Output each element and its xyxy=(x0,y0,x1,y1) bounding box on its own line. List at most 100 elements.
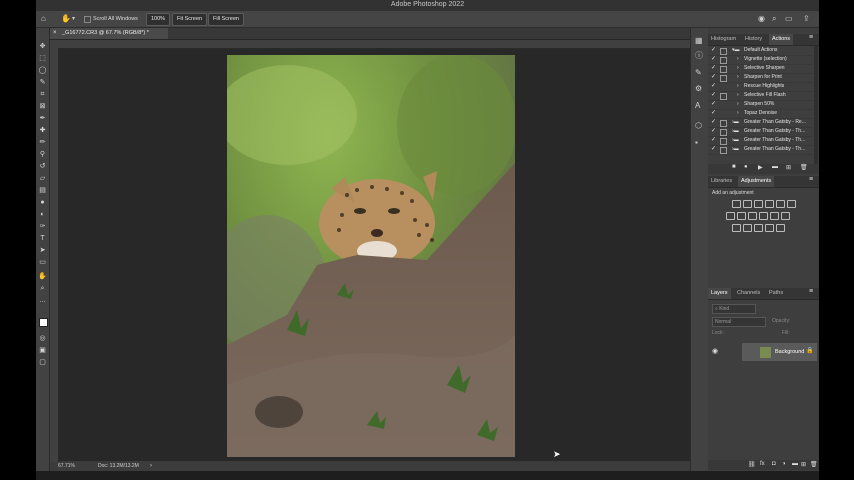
tab-histogram[interactable]: Histogram xyxy=(708,34,739,45)
dialog-toggle[interactable] xyxy=(720,48,727,55)
doc-size[interactable]: Doc: 13.2M/13.2M xyxy=(98,462,139,471)
new-set-icon[interactable]: ▬ xyxy=(772,164,778,170)
screen-mode-icon[interactable]: ▣ xyxy=(38,346,47,355)
lasso-tool-icon[interactable]: ◯ xyxy=(38,66,47,75)
search-icon[interactable]: ⌕ xyxy=(772,14,776,24)
dialog-toggle[interactable] xyxy=(720,75,727,82)
new-layer-icon[interactable]: ⊞ xyxy=(801,461,806,468)
character-panel-icon[interactable]: A xyxy=(695,101,700,111)
dialog-toggle[interactable] xyxy=(720,93,727,100)
leopard-photo[interactable] xyxy=(227,55,515,457)
type-tool-icon[interactable]: T xyxy=(38,234,47,243)
invert-icon[interactable] xyxy=(732,224,741,232)
hand-tool-icon[interactable]: ✋ xyxy=(61,14,71,24)
hue-saturation-icon[interactable] xyxy=(726,212,735,220)
quick-mask-icon[interactable]: ◎ xyxy=(38,334,47,343)
color-balance-icon[interactable] xyxy=(737,212,746,220)
tab-paths[interactable]: Paths xyxy=(766,288,786,299)
levels-icon[interactable] xyxy=(743,200,752,208)
tab-channels[interactable]: Channels xyxy=(734,288,763,299)
blur-tool-icon[interactable]: ● xyxy=(38,198,47,207)
fill-screen-button[interactable]: Fill Screen xyxy=(208,13,244,26)
check-icon[interactable]: ✓ xyxy=(711,46,716,55)
share-icon[interactable]: ◉ xyxy=(758,14,765,24)
add-mask-icon[interactable]: ◘ xyxy=(772,461,776,467)
scroll-all-windows-checkbox[interactable] xyxy=(84,16,91,23)
chevron-right-icon[interactable]: › xyxy=(737,64,739,73)
chevron-right-icon[interactable]: › xyxy=(737,82,739,91)
panel-menu-icon[interactable]: ≡ xyxy=(809,288,813,295)
close-icon[interactable]: × xyxy=(53,28,57,39)
vibrance-icon[interactable] xyxy=(776,200,785,208)
chevron-right-icon[interactable]: › xyxy=(737,91,739,100)
check-icon[interactable]: ✓ xyxy=(711,127,716,136)
check-icon[interactable]: ✓ xyxy=(711,145,716,154)
fx-icon[interactable]: fx xyxy=(760,461,765,467)
chevron-down-icon[interactable]: ▾ xyxy=(72,14,75,24)
chevron-right-icon[interactable]: › xyxy=(737,73,739,82)
canvas-area[interactable]: ➤ xyxy=(59,49,690,461)
trash-icon[interactable]: 🗑 xyxy=(800,164,808,171)
channel-mixer-icon[interactable] xyxy=(770,212,779,220)
tab-adjustments[interactable]: Adjustments xyxy=(738,176,775,187)
tab-libraries[interactable]: Libraries xyxy=(708,176,735,187)
dialog-toggle[interactable] xyxy=(720,120,727,127)
eyedropper-icon[interactable]: ✒ xyxy=(38,114,47,123)
home-icon[interactable]: ⌂ xyxy=(41,14,46,24)
dialog-toggle[interactable] xyxy=(720,57,727,64)
clone-stamp-icon[interactable]: ⚲ xyxy=(38,150,47,159)
move-tool-icon[interactable]: ✥ xyxy=(38,42,47,51)
healing-brush-icon[interactable]: ✚ xyxy=(38,126,47,135)
brush-panel-icon[interactable]: ✎ xyxy=(695,68,702,78)
eraser-tool-icon[interactable]: ▱ xyxy=(38,174,47,183)
trash-icon[interactable]: 🗑 xyxy=(810,461,818,468)
check-icon[interactable]: ✓ xyxy=(711,91,716,100)
new-action-icon[interactable]: ⊞ xyxy=(786,164,791,171)
layer-row[interactable]: Background 🔒 xyxy=(742,343,817,361)
chevron-right-icon[interactable]: › xyxy=(150,462,152,471)
check-icon[interactable]: ✓ xyxy=(711,73,716,82)
zoom-tool-icon[interactable]: ⌕ xyxy=(38,284,47,293)
swatches-panel-icon[interactable]: ▪ xyxy=(695,138,698,148)
photo-filter-icon[interactable] xyxy=(759,212,768,220)
layer-name[interactable]: Background xyxy=(775,343,804,361)
document-tab[interactable]: × _G16772.CR3 @ 67.7% (RGB/8*) * xyxy=(50,28,168,39)
properties-panel-icon[interactable]: ⚙ xyxy=(695,84,702,94)
path-select-icon[interactable]: ➤ xyxy=(38,246,47,255)
dialog-toggle[interactable] xyxy=(720,147,727,154)
chevron-right-icon[interactable]: › xyxy=(737,55,739,64)
brightness-icon[interactable] xyxy=(732,200,741,208)
actions-scrollbar[interactable] xyxy=(814,46,818,164)
fit-screen-button[interactable]: Fit Screen xyxy=(172,13,208,26)
stop-icon[interactable]: ■ xyxy=(732,164,736,170)
workspace-icon[interactable]: ▭ xyxy=(785,14,793,24)
selective-color-icon[interactable] xyxy=(776,224,785,232)
more-tools-icon[interactable]: … xyxy=(38,296,47,305)
record-icon[interactable]: ● xyxy=(744,164,748,170)
tab-layers[interactable]: Layers xyxy=(708,288,731,299)
brush-tool-icon[interactable]: ✏ xyxy=(38,138,47,147)
frame-tool-icon[interactable]: ⊠ xyxy=(38,102,47,111)
check-icon[interactable]: ✓ xyxy=(711,82,716,91)
chevron-right-icon[interactable]: › xyxy=(737,100,739,109)
gradient-map-icon[interactable] xyxy=(765,224,774,232)
gradient-tool-icon[interactable]: ▤ xyxy=(38,186,47,195)
crop-tool-icon[interactable]: ⌗ xyxy=(38,90,47,99)
frame-mode-icon[interactable]: ▢ xyxy=(38,358,47,367)
dialog-toggle[interactable] xyxy=(720,138,727,145)
curves-icon[interactable] xyxy=(754,200,763,208)
check-icon[interactable]: ✓ xyxy=(711,100,716,109)
histogram-panel-icon[interactable]: ▦ xyxy=(695,36,703,46)
group-icon[interactable]: ▬ xyxy=(792,461,798,467)
dialog-toggle[interactable] xyxy=(720,66,727,73)
layer-filter-select[interactable]: ⌕ Kind xyxy=(712,304,756,314)
zoom-100-button[interactable]: 100% xyxy=(146,13,171,26)
action-set[interactable]: ✓ ›▬ Greater Than Gatsby - Th... xyxy=(708,145,813,155)
history-brush-icon[interactable]: ↺ xyxy=(38,162,47,171)
tab-actions[interactable]: Actions xyxy=(769,34,794,45)
panel-menu-icon[interactable]: ≡ xyxy=(809,34,813,41)
hand-tool-icon[interactable]: ✋ xyxy=(38,272,47,281)
blend-mode-select[interactable]: Normal xyxy=(712,317,766,327)
threshold-icon[interactable] xyxy=(754,224,763,232)
exposure-icon[interactable] xyxy=(765,200,774,208)
